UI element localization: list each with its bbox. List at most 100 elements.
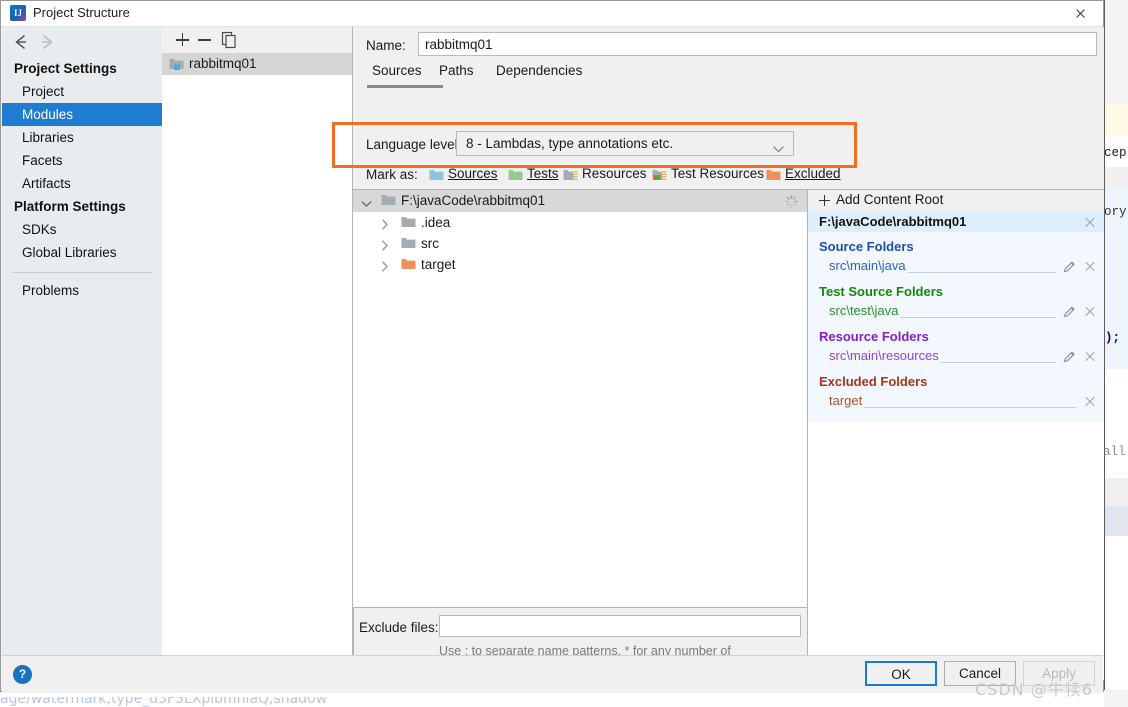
chevron-right-icon[interactable]: [381, 260, 389, 275]
plus-icon: [819, 195, 830, 206]
help-icon[interactable]: ?: [13, 665, 32, 684]
folder-entry-source-path: src\main\java: [829, 258, 908, 273]
tab-sources[interactable]: Sources: [372, 63, 422, 78]
excluded-folder-icon: [766, 169, 781, 181]
content-root-tree: F:\javaCode\rabbitmq01: [353, 189, 808, 608]
module-editor-pane: Name: Sources Paths Dependencies Languag…: [353, 27, 1104, 655]
module-name-input[interactable]: [418, 32, 1097, 56]
module-name-label: Name:: [366, 38, 406, 53]
loading-spinner-icon: [785, 195, 798, 208]
add-content-root-button[interactable]: Add Content Root: [808, 190, 1104, 212]
intellij-logo-icon: IJ: [10, 5, 26, 21]
folder-entry-resource: src\main\resources: [808, 346, 1104, 367]
dialog-titlebar: IJ Project Structure: [1, 1, 1103, 27]
backdrop-band-bottom: [1104, 690, 1128, 707]
close-icon[interactable]: [1058, 1, 1103, 26]
add-content-root-label: Add Content Root: [836, 192, 943, 207]
sidebar-group-header-project-settings: Project Settings: [2, 57, 162, 80]
tree-row-src[interactable]: src: [353, 233, 807, 254]
exclude-files-input[interactable]: [439, 615, 801, 637]
backdrop-band-status2: [1104, 506, 1128, 536]
chevron-down-icon[interactable]: [361, 196, 372, 211]
csdn-watermark: CSDN @牛犊6: [975, 676, 1093, 700]
chevron-right-icon[interactable]: [381, 218, 389, 233]
folder-entry-test-source-path: src\test\java: [829, 303, 900, 318]
intellij-logo-text: IJ: [10, 5, 26, 21]
sidebar-item-modules[interactable]: Modules: [2, 103, 162, 126]
module-name-row: Name:: [353, 27, 1104, 63]
language-level-label: Language level:: [366, 137, 461, 152]
sidebar-item-artifacts[interactable]: Artifacts: [2, 172, 162, 195]
dialog-title: Project Structure: [33, 5, 130, 20]
pencil-icon[interactable]: [1063, 260, 1076, 273]
entry-underline: [829, 407, 1076, 408]
close-icon[interactable]: [1084, 260, 1096, 272]
group-title-excluded-folders: Excluded Folders: [808, 367, 1104, 391]
chevron-down-icon: [773, 141, 784, 156]
exclude-files-label: Exclude files:: [359, 620, 439, 635]
pencil-icon[interactable]: [1063, 305, 1076, 318]
language-level-row: Language level: 8 - Lambdas, type annota…: [353, 125, 1104, 165]
help-glyph: ?: [13, 665, 32, 684]
language-level-dropdown[interactable]: 8 - Lambdas, type annotations etc.: [456, 131, 794, 156]
folder-entry-excluded-path: target: [829, 393, 864, 408]
close-icon[interactable]: [1084, 305, 1096, 317]
backdrop-band-status1: [1104, 478, 1128, 506]
content-roots-panel: Add Content Root F:\javaCode\rabbitmq01 …: [808, 189, 1104, 680]
content-root-path: F:\javaCode\rabbitmq01: [819, 214, 966, 229]
excluded-folder-icon: [401, 258, 416, 270]
minus-icon[interactable]: [193, 30, 215, 50]
mark-as-row: Mark as: Sources Tests: [353, 165, 1104, 187]
pencil-icon[interactable]: [1063, 350, 1076, 363]
tree-row-root-label: F:\javaCode\rabbitmq01: [401, 193, 545, 208]
tree-row-idea[interactable]: .idea: [353, 212, 807, 233]
module-list-item-label: rabbitmq01: [189, 56, 257, 71]
sidebar-item-libraries[interactable]: Libraries: [2, 126, 162, 149]
sidebar-item-sdks[interactable]: SDKs: [2, 218, 162, 241]
close-icon[interactable]: [1084, 216, 1096, 228]
backdrop-code-fragment-4: all: [1103, 445, 1126, 459]
bottom-watermark: age/watermark,type_d3F5LXplbmhlaQ,shadow: [0, 697, 330, 707]
sidebar-item-problems[interactable]: Problems: [2, 279, 162, 302]
backdrop-left-divider: [1104, 0, 1105, 690]
backdrop-code-fragment-1: cep: [1104, 146, 1127, 160]
plus-icon[interactable]: [171, 30, 193, 50]
tree-row-root[interactable]: F:\javaCode\rabbitmq01: [353, 190, 807, 212]
tree-row-target[interactable]: target: [353, 254, 807, 275]
project-structure-dialog: IJ Project Structure Project Settings Pr…: [0, 0, 1104, 692]
group-title-resource-folders: Resource Folders: [808, 322, 1104, 346]
sidebar-item-project[interactable]: Project: [2, 80, 162, 103]
ok-button[interactable]: OK: [865, 661, 937, 686]
close-icon[interactable]: [1084, 350, 1096, 362]
folder-icon: [401, 237, 416, 249]
chevron-right-icon[interactable]: [381, 239, 389, 254]
module-folder-icon: [169, 57, 184, 70]
sidebar-item-facets[interactable]: Facets: [2, 149, 162, 172]
folder-entry-resource-path: src\main\resources: [829, 348, 941, 363]
test-resources-folder-icon: [652, 169, 667, 181]
mark-as-sources-label: Sources: [448, 166, 498, 181]
sidebar-group-header-platform-settings: Platform Settings: [2, 195, 162, 218]
folder-icon: [381, 194, 396, 206]
arrow-left-icon[interactable]: [10, 33, 32, 51]
sidebar-item-global-libraries[interactable]: Global Libraries: [2, 241, 162, 264]
close-icon[interactable]: [1084, 395, 1096, 407]
tests-folder-icon: [508, 169, 523, 181]
module-list-column: rabbitmq01: [162, 27, 353, 655]
module-tabs: Sources Paths Dependencies: [353, 63, 1104, 87]
bottom-watermark-text: age/watermark,type_d3F5LXplbmhlaQ,shadow: [0, 697, 327, 707]
content-root-block: F:\javaCode\rabbitmq01 Source Folders sr…: [808, 212, 1104, 422]
group-title-test-source-folders: Test Source Folders: [808, 277, 1104, 301]
copy-icon[interactable]: [218, 30, 240, 50]
folder-entry-excluded: target: [808, 391, 1104, 412]
tab-paths[interactable]: Paths: [439, 63, 474, 78]
content-root-header: F:\javaCode\rabbitmq01: [808, 212, 1104, 232]
tab-dependencies[interactable]: Dependencies: [496, 63, 582, 78]
dialog-footer: ? OK Cancel Apply: [2, 655, 1103, 693]
folder-entry-test-source: src\test\java: [808, 301, 1104, 322]
mark-as-tests-label: Tests: [527, 166, 559, 181]
sources-folder-icon: [429, 169, 444, 181]
tree-row-idea-label: .idea: [421, 215, 450, 230]
module-list-item-rabbitmq01[interactable]: rabbitmq01: [162, 53, 352, 75]
mark-as-resources-label: Resources: [582, 166, 647, 181]
